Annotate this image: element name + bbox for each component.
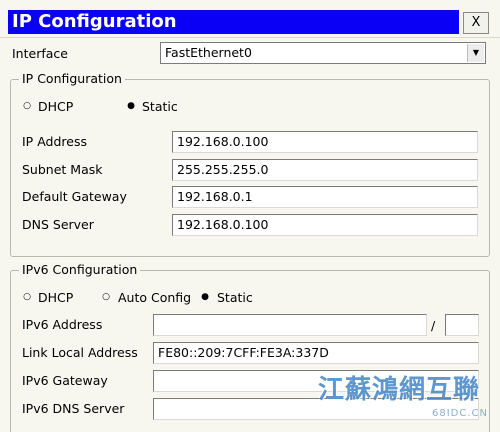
ipv6-legend: IPv6 Configuration (19, 262, 141, 278)
ipv6-auto-config-label: Auto Config (118, 290, 192, 305)
dns-server-label: DNS Server (22, 217, 94, 232)
ipv6-dns-server-field[interactable] (153, 398, 479, 420)
link-local-address-field[interactable]: FE80::209:7CFF:FE3A:337D (153, 342, 479, 364)
default-gateway-field[interactable]: 192.168.0.1 (172, 186, 478, 208)
ipv6-address-field[interactable] (153, 314, 427, 336)
window-title: IP Configuration (12, 11, 177, 32)
prefix-separator: / (431, 318, 436, 333)
ipv6-gateway-label: IPv6 Gateway (22, 373, 108, 388)
ip-address-field[interactable]: 192.168.0.100 (172, 131, 478, 153)
ipv6-prefix-length-field[interactable] (445, 314, 479, 336)
ipv6-static-label: Static (217, 290, 253, 305)
ipv4-static-label: Static (142, 99, 178, 114)
subnet-mask-field[interactable]: 255.255.255.0 (172, 159, 478, 181)
interface-select[interactable]: FastEthernet0 ▼ (160, 42, 486, 64)
ipv6-dns-server-label: IPv6 DNS Server (22, 401, 125, 416)
ipv6-dhcp-radio[interactable]: ○ (22, 289, 32, 305)
interface-label: Interface (12, 46, 68, 61)
ipv4-dhcp-label: DHCP (38, 99, 74, 114)
dns-server-field[interactable]: 192.168.0.100 (172, 214, 478, 236)
ipv4-static-radio[interactable]: ● (126, 98, 136, 114)
default-gateway-label: Default Gateway (22, 189, 127, 204)
interface-selected-value: FastEthernet0 (165, 45, 252, 60)
ipv6-static-radio[interactable]: ● (200, 289, 210, 305)
close-button[interactable]: X (463, 12, 489, 34)
chevron-down-icon[interactable]: ▼ (467, 44, 484, 62)
ipv6-gateway-field[interactable] (153, 370, 479, 392)
ipv4-dhcp-radio[interactable]: ○ (22, 98, 32, 114)
title-bar: IP Configuration X (0, 0, 500, 38)
ipv6-auto-config-radio[interactable]: ○ (101, 289, 111, 305)
ipv6-address-label: IPv6 Address (22, 317, 103, 332)
ipv6-dhcp-label: DHCP (38, 290, 74, 305)
link-local-address-label: Link Local Address (22, 345, 138, 360)
ipv4-legend: IP Configuration (19, 71, 125, 87)
ip-address-label: IP Address (22, 134, 87, 149)
subnet-mask-label: Subnet Mask (22, 162, 103, 177)
